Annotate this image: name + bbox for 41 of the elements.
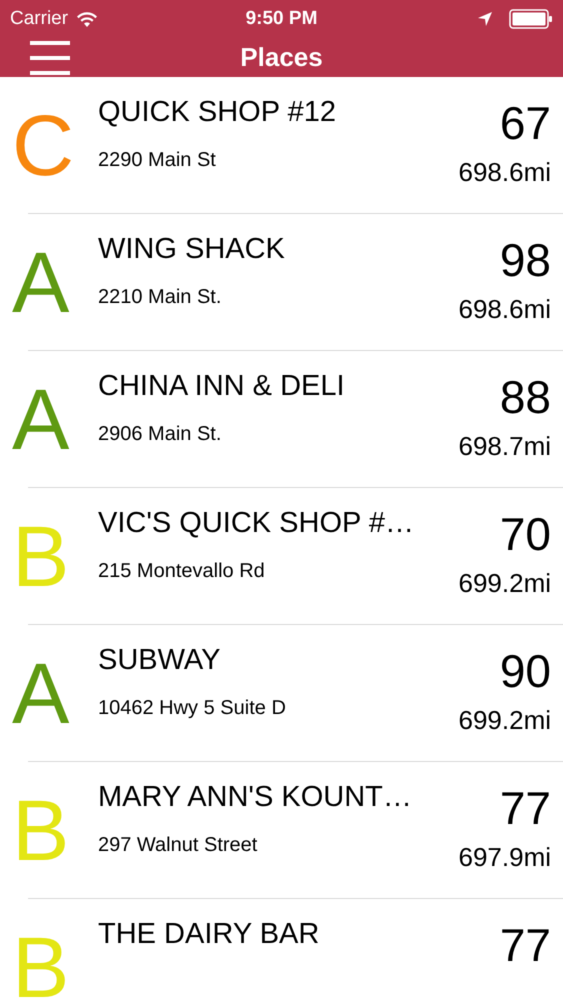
score-label: 67	[500, 99, 551, 147]
location-arrow-icon	[477, 11, 493, 27]
grade-letter: B	[12, 514, 70, 600]
score-label: 77	[500, 784, 551, 832]
place-name: VIC'S QUICK SHOP #…	[98, 506, 416, 540]
place-address: 2210 Main St.	[98, 285, 222, 310]
grade-letter: C	[12, 102, 74, 188]
score-label: 90	[500, 647, 551, 695]
score-label: 77	[500, 921, 551, 969]
place-address: 215 Montevallo Rd	[98, 559, 266, 584]
grade-letter: A	[12, 376, 70, 462]
grade-letter: B	[12, 788, 70, 874]
place-row[interactable]: B THE DAIRY BAR 77	[0, 899, 563, 1000]
place-name: CHINA INN & DELI	[98, 369, 346, 403]
place-address: 2290 Main St	[98, 148, 217, 173]
distance-label: 699.2mi	[458, 705, 551, 735]
carrier-label: Carrier	[10, 6, 68, 31]
distance-label: 697.9mi	[458, 842, 551, 872]
distance-label: 698.7mi	[458, 431, 551, 461]
score-label: 70	[500, 510, 551, 558]
battery-icon	[509, 9, 553, 29]
distance-label: 698.6mi	[458, 294, 551, 324]
place-name: QUICK SHOP #12	[98, 95, 338, 129]
time-label: 9:50 PM	[244, 6, 318, 31]
screen-title: Places	[240, 41, 323, 74]
grade-letter: B	[12, 924, 70, 1000]
menu-icon[interactable]	[30, 40, 70, 76]
grade-letter: A	[12, 650, 70, 736]
distance-label: 699.2mi	[458, 568, 551, 598]
place-name: WING SHACK	[98, 232, 286, 266]
score-label: 98	[500, 236, 551, 284]
grade-letter: A	[12, 240, 70, 326]
place-address: 297 Walnut Street	[98, 833, 258, 858]
distance-label: 698.6mi	[458, 157, 551, 187]
place-name: MARY ANN'S KOUNT…	[98, 780, 413, 814]
place-address: 10462 Hwy 5 Suite D	[98, 696, 287, 721]
place-name: THE DAIRY BAR	[98, 917, 320, 951]
score-label: 88	[500, 373, 551, 421]
wifi-icon	[76, 10, 98, 28]
place-address: 2906 Main St.	[98, 422, 222, 447]
place-name: SUBWAY	[98, 643, 222, 677]
